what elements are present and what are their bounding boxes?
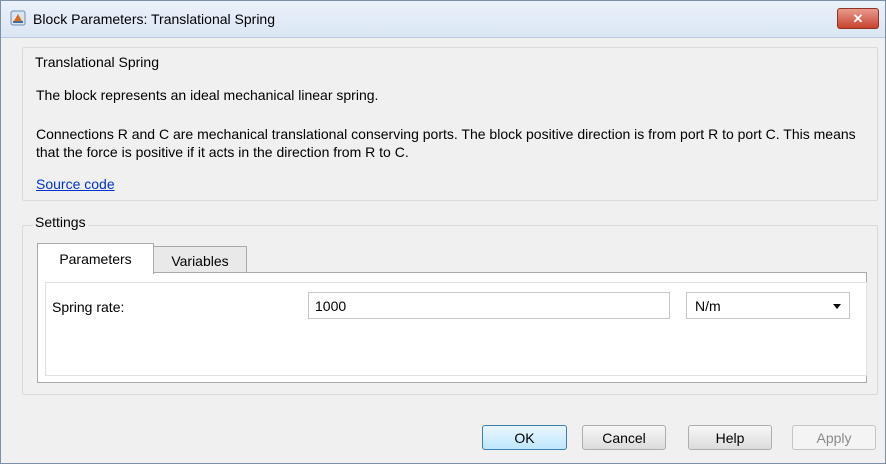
window-title: Block Parameters: Translational Spring — [33, 11, 275, 27]
spring-rate-label: Spring rate: — [52, 299, 125, 315]
ok-button[interactable]: OK — [482, 425, 567, 450]
source-code-link[interactable]: Source code — [36, 176, 115, 192]
spring-rate-unit-select[interactable]: N/m — [686, 292, 850, 319]
close-button[interactable]: ✕ — [837, 8, 879, 29]
tab-parameters[interactable]: Parameters — [37, 243, 154, 274]
chevron-down-icon — [833, 304, 841, 309]
help-button[interactable]: Help — [688, 425, 772, 450]
spring-rate-unit-value: N/m — [695, 297, 721, 314]
settings-group-title: Settings — [33, 214, 88, 230]
title-bar[interactable]: Block Parameters: Translational Spring ✕ — [1, 1, 885, 38]
cancel-button[interactable]: Cancel — [582, 425, 666, 450]
description-group-title: Translational Spring — [33, 54, 161, 70]
apply-button[interactable]: Apply — [792, 425, 876, 450]
dialog-window: Block Parameters: Translational Spring ✕… — [0, 0, 886, 464]
tab-variables[interactable]: Variables — [153, 246, 247, 274]
spring-rate-value: 1000 — [315, 297, 347, 314]
simulink-block-icon — [10, 10, 26, 26]
description-group — [22, 47, 878, 201]
description-line-1: The block represents an ideal mechanical… — [36, 87, 379, 103]
spring-rate-input[interactable]: 1000 — [308, 292, 670, 319]
description-line-2: Connections R and C are mechanical trans… — [36, 126, 856, 160]
